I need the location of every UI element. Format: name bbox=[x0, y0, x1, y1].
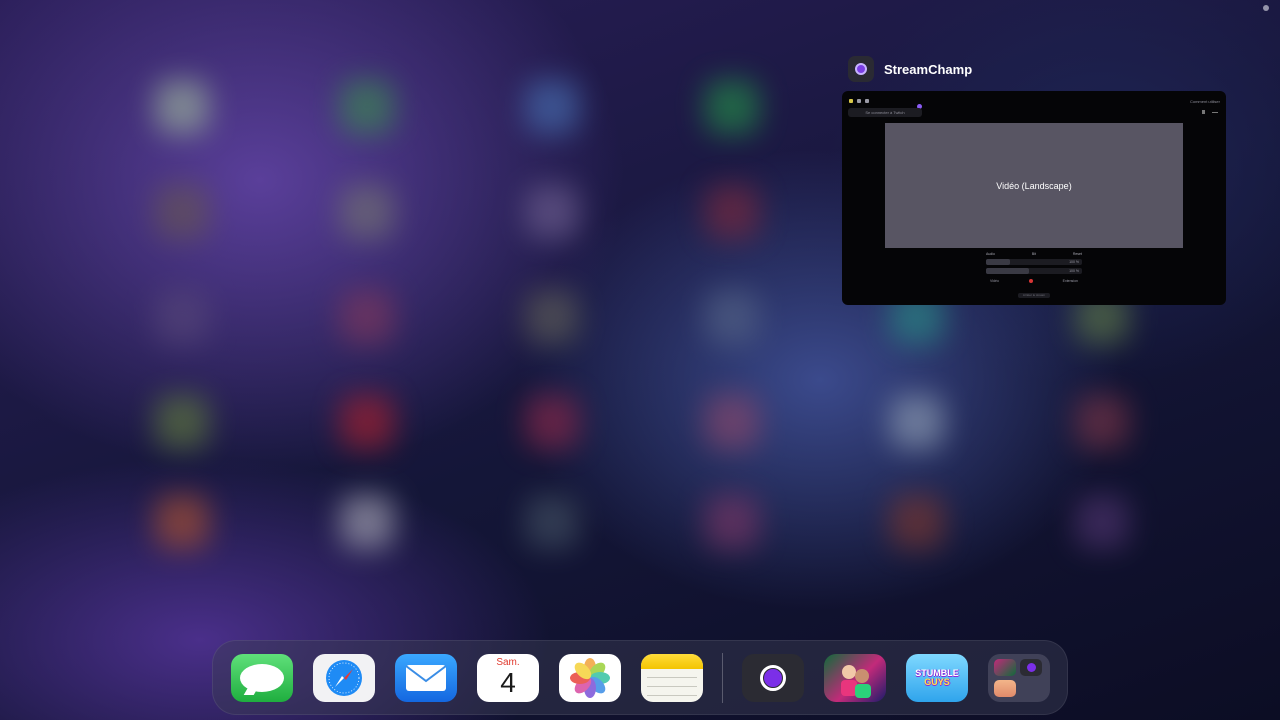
dock-divider bbox=[722, 653, 723, 703]
preview-menu-icons bbox=[1202, 110, 1218, 114]
blurred-app-icon bbox=[1075, 495, 1129, 549]
blurred-app-icon bbox=[705, 495, 759, 549]
stumble-guys-icon[interactable]: STUMBLE GUYS bbox=[906, 654, 968, 702]
app-switcher-header: StreamChamp bbox=[848, 55, 1226, 83]
app-library-icon[interactable] bbox=[988, 654, 1050, 702]
messages-icon[interactable] bbox=[231, 654, 293, 702]
app-preview-window[interactable]: Se connecter à Twitch Comment utiliser V… bbox=[842, 91, 1226, 305]
blurred-app-icon bbox=[525, 80, 579, 134]
preview-tabs: Audio Bit Reset bbox=[986, 252, 1082, 256]
status-indicator bbox=[1263, 5, 1269, 11]
blurred-app-icon bbox=[525, 395, 579, 449]
preview-bottom-row: Vidéo Extension bbox=[990, 279, 1078, 283]
blurred-app-icon bbox=[155, 80, 209, 134]
preview-tab: Bit bbox=[1031, 252, 1036, 256]
preview-right-label: Extension bbox=[1062, 279, 1078, 283]
streamchamp-icon bbox=[848, 56, 874, 82]
preview-connect-button: Se connecter à Twitch bbox=[848, 108, 922, 117]
blurred-app-icon bbox=[705, 80, 759, 134]
blurred-app-icon bbox=[340, 185, 394, 239]
blurred-app-icon bbox=[155, 395, 209, 449]
blurred-app-icon bbox=[705, 185, 759, 239]
safari-icon[interactable] bbox=[313, 654, 375, 702]
blurred-app-icon bbox=[890, 395, 944, 449]
record-icon bbox=[1028, 279, 1033, 283]
app-switcher-card[interactable]: StreamChamp Se connecter à Twitch Commen… bbox=[842, 55, 1226, 305]
preview-tab: Audio bbox=[986, 252, 995, 256]
streamchamp-icon[interactable] bbox=[742, 654, 804, 702]
blurred-app-icon bbox=[155, 185, 209, 239]
blurred-app-icon bbox=[155, 495, 209, 549]
app-title: StreamChamp bbox=[884, 61, 973, 77]
blurred-app-icon bbox=[525, 290, 579, 344]
dock: Sam. 4 STUMBLE GUYS bbox=[212, 640, 1068, 715]
preview-help-link: Comment utiliser bbox=[1189, 99, 1220, 104]
preview-tab: Reset bbox=[1072, 252, 1082, 256]
blurred-app-icon bbox=[340, 290, 394, 344]
slider-value: 100 % bbox=[1069, 260, 1079, 264]
slider-fill bbox=[986, 259, 1010, 265]
mail-icon[interactable] bbox=[395, 654, 457, 702]
blurred-app-icon bbox=[525, 495, 579, 549]
blurred-app-icon bbox=[890, 495, 944, 549]
preview-video-area: Vidéo (Landscape) bbox=[885, 123, 1183, 248]
blurred-app-icon bbox=[705, 290, 759, 344]
notes-icon[interactable] bbox=[641, 654, 703, 702]
efootball-icon[interactable] bbox=[824, 654, 886, 702]
calendar-icon[interactable]: Sam. 4 bbox=[477, 654, 539, 702]
blurred-app-icon bbox=[340, 495, 394, 549]
preview-slider: 100 % bbox=[986, 259, 1082, 265]
blurred-app-icon bbox=[525, 185, 579, 239]
blurred-app-icon bbox=[340, 80, 394, 134]
preview-stop-button: Arrêter le stream bbox=[1018, 293, 1050, 298]
slider-value: 100 % bbox=[1069, 269, 1079, 273]
blurred-app-icon bbox=[340, 395, 394, 449]
stumble-guys-word2: GUYS bbox=[924, 677, 950, 687]
blurred-app-icon bbox=[705, 395, 759, 449]
blurred-app-icon bbox=[155, 290, 209, 344]
preview-left-label: Vidéo bbox=[990, 279, 999, 283]
calendar-date-number: 4 bbox=[500, 667, 516, 698]
preview-slider: 100 % bbox=[986, 268, 1082, 274]
video-label: Vidéo (Landscape) bbox=[996, 180, 1072, 191]
preview-status-icons bbox=[849, 99, 869, 103]
photos-icon[interactable] bbox=[559, 654, 621, 702]
slider-fill bbox=[986, 268, 1030, 274]
blurred-app-icon bbox=[1075, 395, 1129, 449]
